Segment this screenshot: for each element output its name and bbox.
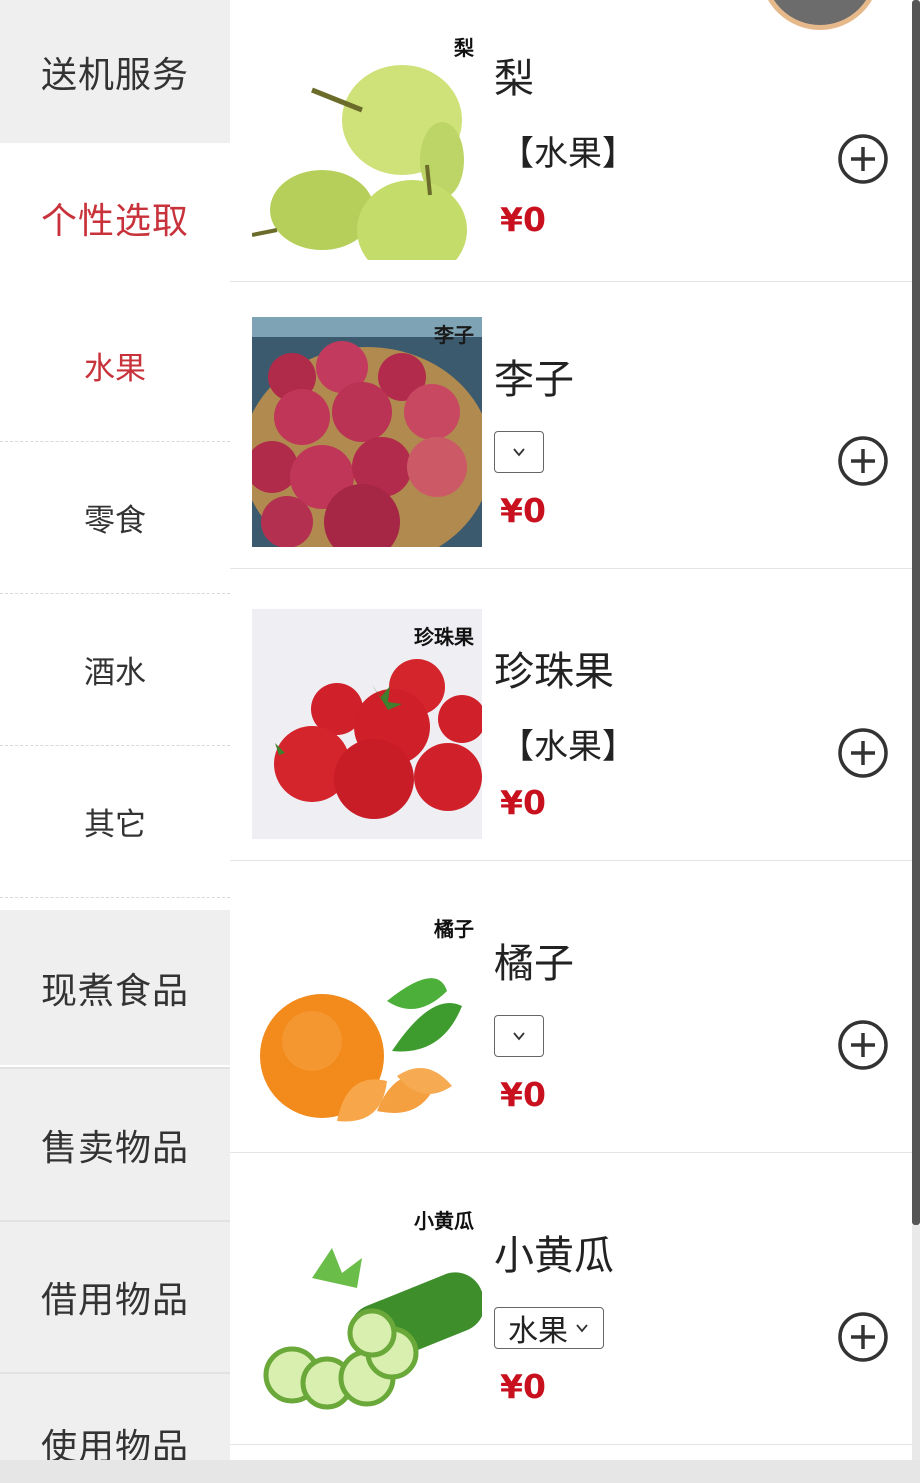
product-row: 李子 李子 ¥0 [230, 277, 912, 569]
product-name: 珍珠果 [494, 649, 614, 695]
subcategory-label: 其它 [84, 807, 146, 843]
product-row: 小黄瓜 小黄瓜 水果 ¥0 [230, 1153, 912, 1445]
product-category: 【水果】 [500, 134, 636, 174]
image-caption: 梨 [454, 36, 474, 60]
sidebar-item-label: 个性选取 [40, 201, 189, 242]
product-price: ¥0 [500, 491, 546, 530]
plum-image [252, 317, 482, 547]
product-row: 橘子 橘子 ¥0 [230, 861, 912, 1153]
sidebar-item-label: 送机服务 [40, 54, 189, 96]
sidebar-item-borrow-items[interactable]: 借用物品 [0, 1220, 230, 1372]
sidebar-item-items-for-sale[interactable]: 售卖物品 [0, 1067, 230, 1220]
plus-circle-icon[interactable] [836, 1018, 890, 1072]
image-caption: 橘子 [434, 917, 474, 941]
category-sidebar: 送机服务 个性选取 水果 零食 酒水 其它 现煮食品 售卖物品 借用物品 使用物… [0, 0, 230, 1462]
category-select[interactable] [494, 431, 544, 473]
sidebar-item-label: 现煮食品 [40, 970, 189, 1012]
subcategory-snacks[interactable]: 零食 [0, 442, 230, 594]
category-select[interactable] [494, 1015, 544, 1057]
chevron-down-icon [513, 1032, 525, 1041]
product-category: 【水果】 [500, 727, 636, 767]
sidebar-item-personal-selection[interactable]: 个性选取 [0, 143, 230, 293]
product-name: 李子 [494, 357, 574, 403]
plus-circle-icon[interactable] [836, 726, 890, 780]
image-caption: 小黄瓜 [414, 1209, 474, 1233]
product-name: 小黄瓜 [494, 1233, 614, 1279]
product-image: 小黄瓜 [252, 1193, 482, 1423]
subcategory-label: 水果 [84, 351, 146, 387]
pear-image [252, 30, 482, 260]
category-select[interactable]: 水果 [494, 1307, 604, 1349]
plus-circle-icon[interactable] [836, 132, 890, 186]
plus-circle-icon[interactable] [836, 1310, 890, 1364]
bottom-bar [0, 1460, 920, 1483]
image-caption: 珍珠果 [414, 625, 474, 649]
product-price: ¥0 [500, 1075, 546, 1114]
product-name: 梨 [494, 56, 534, 102]
product-image: 梨 [252, 30, 482, 260]
sidebar-item-use-items[interactable]: 使用物品 [0, 1372, 230, 1462]
sidebar-item-cooked-food[interactable]: 现煮食品 [0, 910, 230, 1065]
subcategory-label: 零食 [84, 503, 146, 539]
scrollbar-thumb[interactable] [912, 0, 920, 1225]
sidebar-item-label: 使用物品 [40, 1427, 189, 1462]
image-caption: 李子 [434, 323, 474, 347]
chevron-down-icon [576, 1324, 588, 1333]
product-price: ¥0 [500, 783, 546, 822]
product-name: 橘子 [494, 941, 574, 987]
product-image: 珍珠果 [252, 609, 482, 839]
product-list: 梨 梨 【水果】 ¥0 李子 李子 ¥0 珍珠果 珍珠果 【水果】 ¥0 橘子 … [230, 0, 912, 1460]
scrollbar-track[interactable] [912, 1225, 920, 1460]
subcategory-drinks[interactable]: 酒水 [0, 594, 230, 746]
subcategory-other[interactable]: 其它 [0, 746, 230, 898]
sidebar-item-label: 借用物品 [40, 1280, 189, 1321]
product-row: 梨 梨 【水果】 ¥0 [230, 0, 912, 282]
product-price: ¥0 [500, 1367, 546, 1406]
sidebar-item-airport-service[interactable]: 送机服务 [0, 0, 230, 143]
product-price: ¥0 [500, 200, 546, 239]
select-value: 水果 [508, 1314, 568, 1349]
product-image: 橘子 [252, 901, 482, 1131]
chevron-down-icon [513, 448, 525, 457]
subcategory-label: 酒水 [84, 655, 146, 691]
product-image: 李子 [252, 317, 482, 547]
subcategory-fruit[interactable]: 水果 [0, 290, 230, 442]
plus-circle-icon[interactable] [836, 434, 890, 488]
sidebar-item-label: 售卖物品 [40, 1127, 189, 1169]
product-row: 珍珠果 珍珠果 【水果】 ¥0 [230, 569, 912, 861]
